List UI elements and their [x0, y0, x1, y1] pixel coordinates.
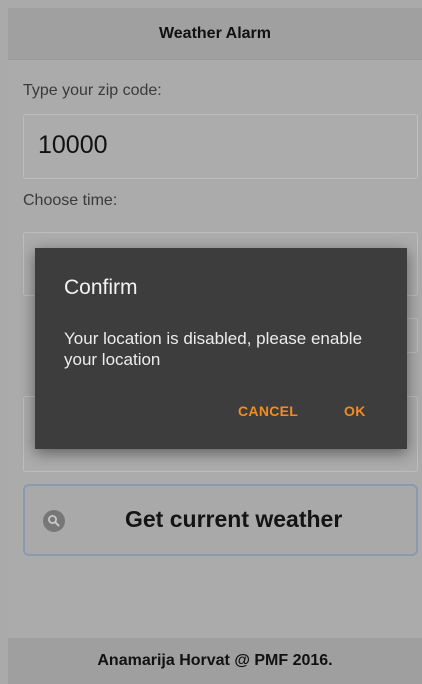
app-footer: Anamarija Horvat @ PMF 2016.	[8, 638, 422, 684]
page-title: Weather Alarm	[158, 24, 272, 42]
dialog-message: Your location is disabled, please enable…	[64, 329, 363, 369]
search-icon	[43, 510, 65, 532]
app-screen: Weather Alarm Type your zip code: 10000 …	[0, 0, 422, 684]
confirm-dialog: Confirm Your location is disabled, pleas…	[35, 248, 407, 449]
ok-button[interactable]: OK	[344, 403, 366, 419]
dialog-title: Confirm	[64, 276, 138, 299]
get-weather-label: Get current weather	[125, 506, 343, 532]
zip-label: Type your zip code:	[23, 82, 162, 99]
cancel-button[interactable]: CANCEL	[238, 403, 298, 419]
footer-credit: Anamarija Horvat @ PMF 2016.	[97, 652, 333, 669]
app-header: Weather Alarm	[8, 8, 422, 60]
get-weather-button[interactable]: Get current weather	[23, 484, 418, 556]
zip-input-value: 10000	[38, 131, 108, 159]
time-label: Choose time:	[23, 192, 118, 209]
zip-input[interactable]: 10000	[23, 114, 418, 179]
